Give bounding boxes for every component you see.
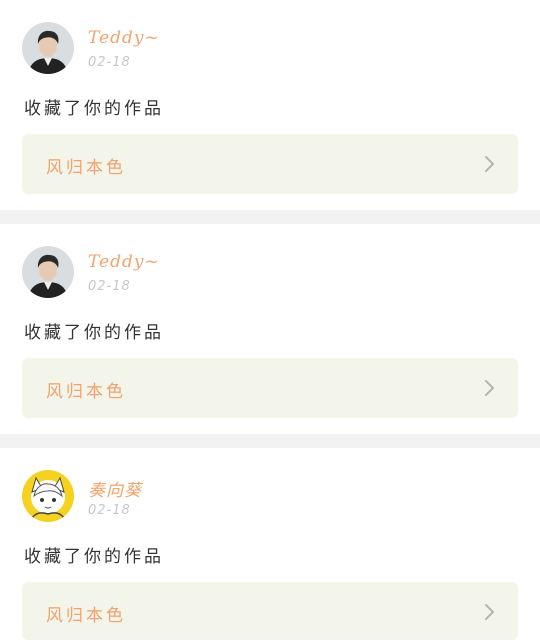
notification-card: Teddy~ 02-18 收藏了你的作品 风归本色 [0,0,540,210]
username[interactable]: Teddy~ [88,28,160,48]
avatar-photo-icon [22,22,74,74]
work-title: 风归本色 [46,158,126,178]
timestamp: 02-18 [88,279,131,294]
chevron-right-icon [480,155,498,173]
user-avatar[interactable] [22,22,74,74]
action-text: 收藏了你的作品 [24,323,164,343]
action-text: 收藏了你的作品 [24,99,164,119]
work-title: 风归本色 [46,606,126,626]
action-text: 收藏了你的作品 [24,547,164,567]
work-link[interactable]: 风归本色 [22,582,518,640]
chevron-right-icon [480,379,498,397]
work-link[interactable]: 风归本色 [22,358,518,418]
chevron-right-icon [480,603,498,621]
notification-feed: Teddy~ 02-18 收藏了你的作品 风归本色 Teddy~ 02-18 收… [0,0,540,642]
work-link[interactable]: 风归本色 [22,134,518,194]
timestamp: 02-18 [88,55,131,70]
timestamp: 02-18 [88,503,131,518]
avatar-photo-icon [22,246,74,298]
username[interactable]: 奏向葵 [88,476,142,501]
user-avatar[interactable] [22,470,74,522]
notification-card: 奏向葵 02-18 收藏了你的作品 风归本色 [0,448,540,642]
notification-card: Teddy~ 02-18 收藏了你的作品 风归本色 [0,224,540,434]
user-avatar[interactable] [22,246,74,298]
username[interactable]: Teddy~ [88,252,160,272]
work-title: 风归本色 [46,382,126,402]
avatar-anime-icon [22,470,74,522]
